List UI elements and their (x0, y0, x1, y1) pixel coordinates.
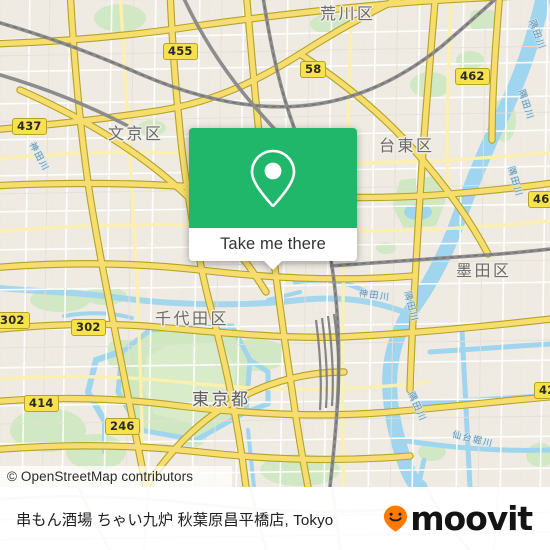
route-shield-437[interactable]: 437 (12, 118, 47, 136)
moovit-pin-icon (384, 505, 408, 532)
card-pointer-tail (263, 260, 283, 270)
map-pin-icon (250, 149, 296, 207)
card-header (189, 128, 357, 228)
osm-attribution[interactable]: © OpenStreetMap contributors (0, 466, 232, 487)
take-me-there-button[interactable]: Take me there (189, 228, 357, 261)
map-label-sumida: 墨田区 (456, 261, 512, 280)
route-shield-462[interactable]: 462 (455, 68, 490, 86)
route-shield-302-a[interactable]: 302 (0, 312, 30, 330)
take-me-there-card[interactable]: Take me there (189, 128, 357, 270)
route-shield-58[interactable]: 58 (300, 61, 327, 79)
moovit-logo[interactable]: moovit (383, 502, 536, 535)
route-shield-246[interactable]: 246 (105, 418, 140, 436)
footer-bar: 串もん酒場 ちゃい九炉 秋葉原昌平橋店, Tokyo moovit (0, 487, 550, 550)
route-shield-465[interactable]: 465 (528, 191, 550, 209)
take-me-there-label: Take me there (220, 235, 326, 253)
route-shield-414[interactable]: 414 (24, 395, 59, 413)
route-shield-42[interactable]: 42 (534, 382, 550, 400)
map-label-taito: 台東区 (379, 136, 435, 155)
map-label-bunkyo: 文京区 (108, 124, 164, 143)
route-shield-302-b[interactable]: 302 (71, 319, 106, 337)
map-label-chiyoda: 千代田区 (155, 309, 230, 328)
moovit-wordmark: moovit (410, 499, 533, 538)
place-title: 串もん酒場 ちゃい九炉 秋葉原昌平橋店, Tokyo (16, 511, 334, 529)
route-shield-455[interactable]: 455 (163, 43, 198, 61)
map-label-arakawa: 荒川区 (320, 4, 376, 23)
osm-attribution-text: © OpenStreetMap contributors (7, 469, 194, 484)
moovit-place-map-screen: 文京区 台東区 荒川区 墨田区 千代田区 東京都 隅田川 隅田川 隅田川 神田川… (0, 0, 550, 550)
map-label-tokyo: 東京都 (192, 390, 251, 410)
